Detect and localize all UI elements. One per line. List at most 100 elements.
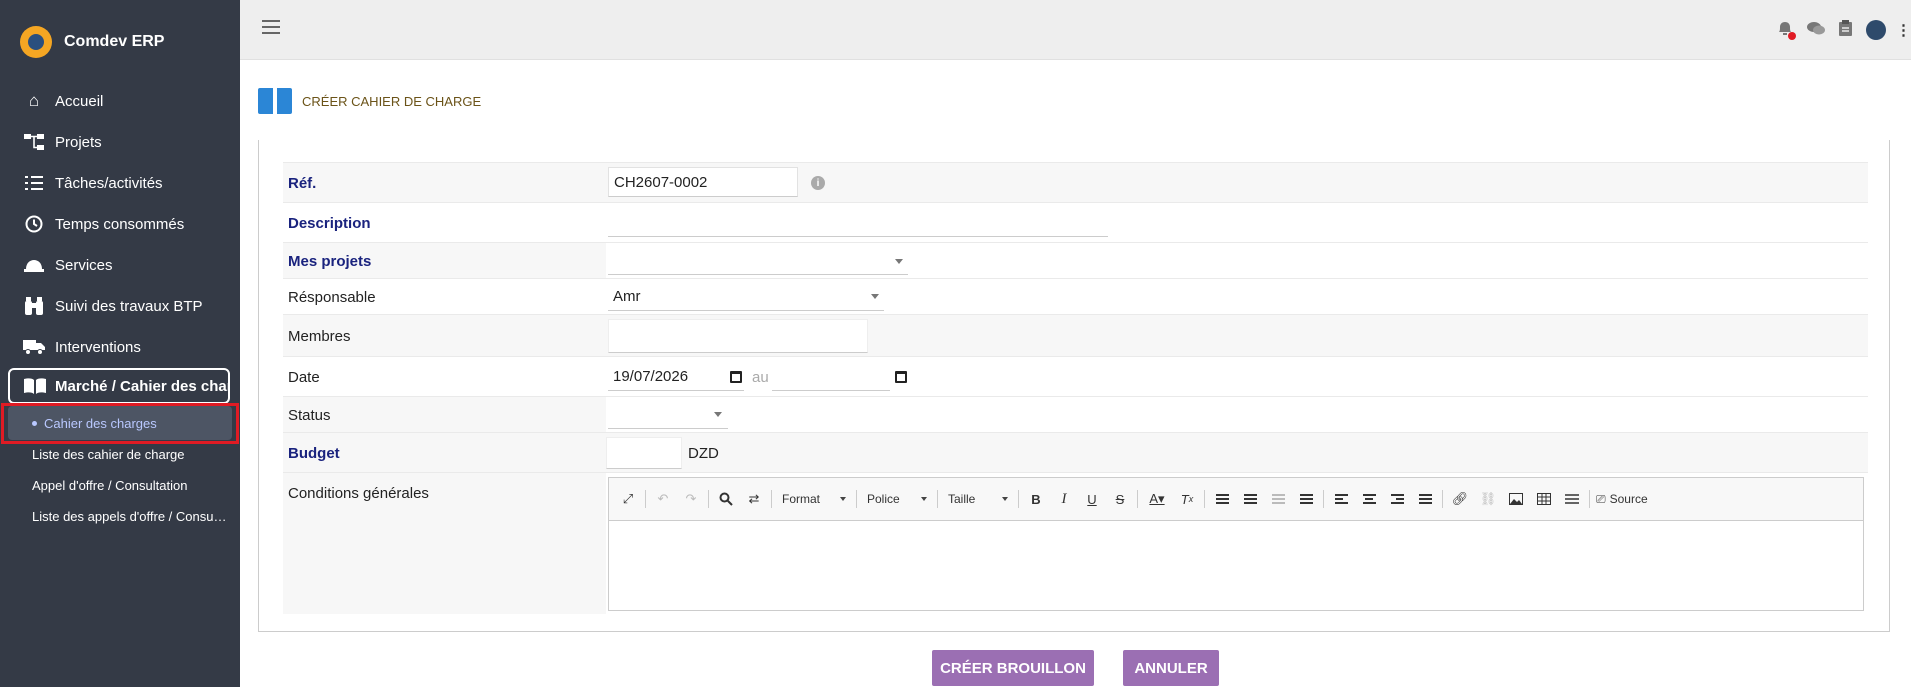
sidebar-subitem-liste-cahiers[interactable]: Liste des cahier de charge	[32, 447, 232, 462]
align-right-icon[interactable]	[1386, 488, 1408, 510]
sidebar-item-taches[interactable]: Tâches/activités	[0, 163, 240, 203]
source-label: Source	[1609, 492, 1648, 506]
toolbar-separator	[1589, 490, 1590, 508]
sidebar: Comdev ERP ⌂ Accueil Projets Tâches/acti…	[0, 0, 240, 687]
truck-icon	[22, 337, 46, 357]
user-avatar[interactable]	[1866, 20, 1886, 40]
table-icon[interactable]	[1533, 488, 1555, 510]
format-dropdown[interactable]: Format	[778, 488, 850, 510]
outdent-icon[interactable]	[1267, 488, 1289, 510]
editor-content-area[interactable]	[609, 521, 1863, 610]
date-end-input[interactable]	[772, 363, 890, 391]
sidebar-item-label: Projets	[55, 133, 102, 151]
toolbar-separator	[1442, 490, 1443, 508]
undo-icon[interactable]: ↶	[652, 488, 674, 510]
chevron-down-icon	[714, 412, 722, 417]
horizontal-line-icon[interactable]	[1561, 488, 1583, 510]
description-input[interactable]	[608, 209, 1108, 237]
indent-icon[interactable]	[1295, 488, 1317, 510]
numbered-list-icon[interactable]	[1211, 488, 1233, 510]
size-label: Taille	[948, 492, 976, 506]
chevron-down-icon	[840, 497, 846, 501]
toolbar-separator	[1323, 490, 1324, 508]
source-button[interactable]: ⎚ Source	[1596, 488, 1652, 510]
membres-input[interactable]	[608, 319, 868, 353]
format-label: Format	[782, 492, 821, 506]
text-color-icon[interactable]: A▾	[1144, 488, 1170, 510]
more-vertical-icon[interactable]: ⋮	[1896, 21, 1911, 39]
cancel-button[interactable]: ANNULER	[1123, 650, 1219, 686]
date-separator: au	[752, 369, 769, 386]
sidebar-subitem-liste-appels[interactable]: Liste des appels d'offre / Consultation	[32, 509, 228, 524]
maximize-icon[interactable]: ⤢	[617, 488, 639, 510]
unlink-icon[interactable]: ⛓︎	[1477, 488, 1499, 510]
chevron-down-icon	[1002, 497, 1008, 501]
sidebar-item-label: Temps consommés	[55, 215, 185, 233]
strikethrough-icon[interactable]: S	[1109, 488, 1131, 510]
date-start-input[interactable]: 19/07/2026	[608, 363, 744, 391]
status-select[interactable]	[608, 401, 728, 429]
sidebar-item-label: Accueil	[55, 92, 104, 110]
responsable-field: Amr	[606, 279, 1868, 314]
toolbar-separator	[1018, 490, 1019, 508]
menu-icon[interactable]	[262, 20, 280, 34]
link-icon[interactable]: 🔗︎	[1449, 488, 1471, 510]
sidebar-item-interventions[interactable]: Interventions	[0, 327, 240, 367]
redo-icon[interactable]: ↷	[680, 488, 702, 510]
form-row-conditions: Conditions générales ⤢ ↶ ↷ ⇄ Format Poli	[283, 472, 1868, 614]
find-icon[interactable]	[715, 488, 737, 510]
underline-icon[interactable]: U	[1081, 488, 1103, 510]
sidebar-item-services[interactable]: Services	[0, 245, 240, 285]
sidebar-item-accueil[interactable]: ⌂ Accueil	[0, 81, 240, 121]
sidebar-subitem-appel-offre[interactable]: Appel d'offre / Consultation	[32, 478, 232, 493]
form-row-budget: Budget DZD	[283, 432, 1868, 472]
image-icon[interactable]	[1505, 488, 1527, 510]
italic-icon[interactable]: I	[1053, 488, 1075, 510]
budget-input[interactable]	[606, 437, 682, 469]
calendar-icon[interactable]	[895, 371, 907, 383]
membres-label: Membres	[288, 328, 351, 345]
toolbar-separator	[771, 490, 772, 508]
form-row-description: Description	[283, 202, 1868, 242]
info-icon[interactable]: i	[811, 176, 825, 190]
membres-field	[606, 315, 1868, 356]
clock-icon	[22, 214, 46, 234]
sidebar-item-temps[interactable]: Temps consommés	[0, 204, 240, 244]
toolbar-separator	[937, 490, 938, 508]
create-draft-button[interactable]: CRÉER BROUILLON	[932, 650, 1094, 686]
align-center-icon[interactable]	[1358, 488, 1380, 510]
budget-label: Budget	[288, 445, 340, 462]
budget-field: DZD	[606, 433, 1868, 472]
form-row-projets: Mes projets	[283, 242, 1868, 278]
sidebar-item-label: Interventions	[55, 338, 141, 356]
sidebar-item-suivi-btp[interactable]: Suivi des travaux BTP	[0, 286, 240, 326]
comments-icon[interactable]	[1807, 21, 1825, 40]
sidebar-item-marche[interactable]: Marché / Cahier des charges	[8, 368, 230, 404]
app-name: Comdev ERP	[64, 33, 165, 50]
sidebar-item-label: Marché / Cahier des charges	[55, 377, 228, 395]
align-left-icon[interactable]	[1330, 488, 1352, 510]
page-title: CRÉER CAHIER DE CHARGE	[302, 93, 482, 109]
conditions-field: ⤢ ↶ ↷ ⇄ Format Police Taille B I U S A▾ …	[606, 473, 1868, 614]
clipboard-icon[interactable]	[1839, 20, 1852, 40]
size-dropdown[interactable]: Taille	[944, 488, 1012, 510]
ref-input[interactable]: CH2607-0002	[608, 167, 798, 197]
bold-icon[interactable]: B	[1025, 488, 1047, 510]
font-dropdown[interactable]: Police	[863, 488, 931, 510]
form-row-membres: Membres	[283, 314, 1868, 356]
projets-select[interactable]	[608, 247, 908, 275]
topbar-icons: ⋮	[1763, 20, 1911, 40]
calendar-icon[interactable]	[730, 371, 742, 383]
align-justify-icon[interactable]	[1414, 488, 1436, 510]
bulleted-list-icon[interactable]	[1239, 488, 1261, 510]
responsable-select[interactable]: Amr	[608, 283, 884, 311]
ref-field: CH2607-0002 i	[606, 163, 1868, 202]
projets-field	[606, 243, 1868, 278]
remove-format-icon[interactable]: Tx	[1176, 488, 1198, 510]
toolbar-separator	[1137, 490, 1138, 508]
sidebar-item-projets[interactable]: Projets	[0, 122, 240, 162]
brand[interactable]: Comdev ERP	[20, 26, 164, 58]
notification-bell-icon[interactable]	[1777, 20, 1796, 40]
responsable-label: Résponsable	[288, 289, 376, 306]
replace-icon[interactable]: ⇄	[743, 488, 765, 510]
